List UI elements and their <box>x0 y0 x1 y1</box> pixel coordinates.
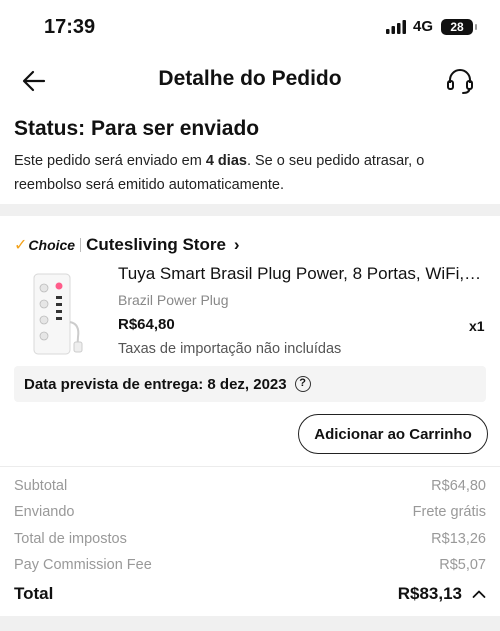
nav-bar: Detalhe do Pedido <box>0 52 500 108</box>
store-header[interactable]: ✓ Choice Cutesliving Store › <box>14 234 240 256</box>
product-title[interactable]: Tuya Smart Brasil Plug Power, 8 Portas, … <box>118 264 488 284</box>
question-circle-icon[interactable]: ? <box>294 376 311 392</box>
summary-row: Subtotal R$64,80 <box>14 478 486 494</box>
order-status-description: Este pedido será enviado em 4 dias. Se o… <box>14 149 484 197</box>
summary-label: Enviando <box>14 504 75 520</box>
battery-icon: 28 <box>441 19 477 35</box>
status-desc-prefix: Este pedido será enviado em <box>14 153 206 169</box>
choice-label: Choice <box>28 237 76 253</box>
delivery-estimate: Data prevista de entrega: 8 dez, 2023 ? <box>14 366 486 402</box>
checkmark-icon: ✓ <box>14 237 28 254</box>
summary-value: R$64,80 <box>431 478 486 494</box>
store-name[interactable]: Cutesliving Store <box>86 235 226 255</box>
summary-row: Total de impostos R$13,26 <box>14 531 486 547</box>
summary-row: Enviando Frete grátis <box>14 504 486 520</box>
summary-row: Pay Commission Fee R$5,07 <box>14 557 486 573</box>
status-time: 17:39 <box>44 16 96 38</box>
total-label: Total <box>14 584 54 603</box>
order-status-title: Status: Para ser enviado <box>14 117 260 140</box>
status-desc-days: 4 dias <box>205 153 247 169</box>
add-to-cart-button[interactable]: Adicionar ao Carrinho <box>298 414 488 454</box>
chevron-right-icon[interactable]: › <box>234 235 240 255</box>
network-type: 4G <box>413 18 434 35</box>
status-bar: 17:39 4G 28 <box>0 0 500 52</box>
total-value: R$83,13 <box>397 584 462 603</box>
badge-separator <box>80 238 82 252</box>
headset-icon[interactable] <box>444 65 476 97</box>
product-quantity: x1 <box>469 318 485 334</box>
product-thumbnail[interactable] <box>14 262 104 357</box>
summary-label: Subtotal <box>14 478 68 494</box>
section-divider <box>0 204 500 216</box>
summary-divider <box>0 466 500 467</box>
delivery-date: Data prevista de entrega: 8 dez, 2023 <box>24 375 287 393</box>
section-divider <box>0 616 500 631</box>
page-title: Detalhe do Pedido <box>158 67 342 90</box>
summary-value: R$13,26 <box>431 531 486 547</box>
order-total: Total R$83,13 <box>14 584 486 604</box>
product-variant: Brazil Power Plug <box>118 292 229 308</box>
summary-label: Pay Commission Fee <box>14 557 152 573</box>
choice-badge: ✓ Choice <box>14 235 75 255</box>
import-tax-note: Taxas de importação não incluídas <box>118 341 342 357</box>
summary-label: Total de impostos <box>14 531 127 547</box>
summary-value: R$5,07 <box>439 557 486 573</box>
chevron-up-icon[interactable] <box>472 589 486 599</box>
product-price: R$64,80 <box>118 316 175 333</box>
summary-value: Frete grátis <box>412 504 486 520</box>
total-toggle[interactable]: R$83,13 <box>398 584 486 604</box>
cellular-signal-icon <box>386 20 406 34</box>
